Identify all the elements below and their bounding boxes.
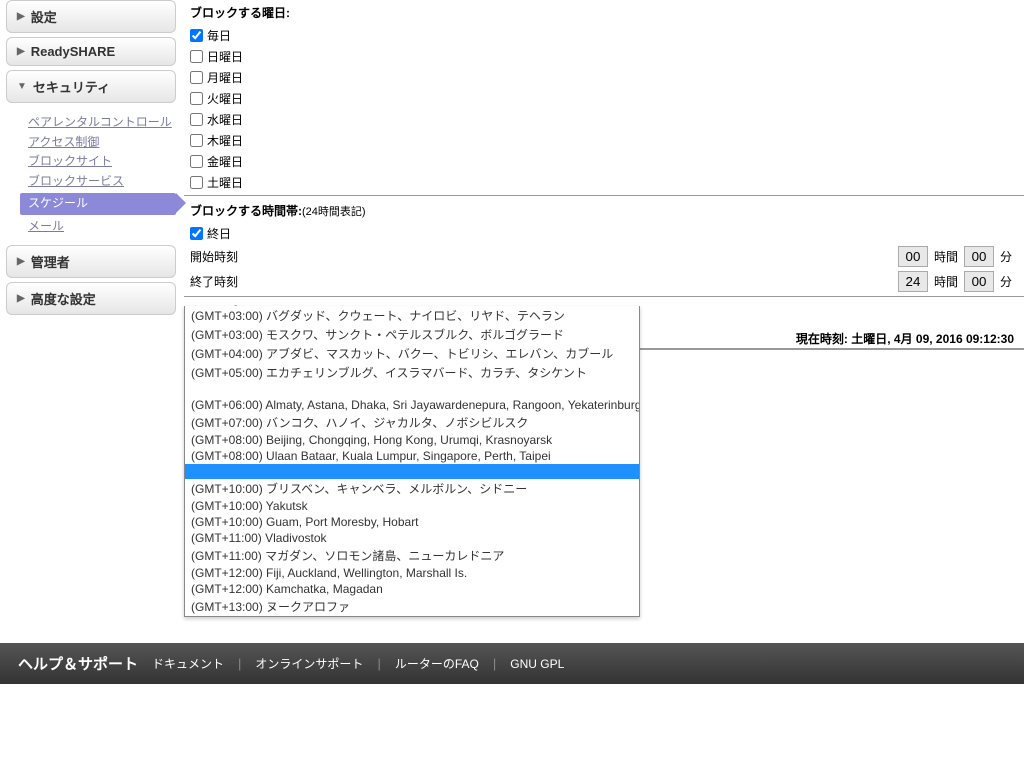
block-time-title: ブロックする時間帯:(24時間表記): [184, 198, 1024, 223]
checkbox-allday[interactable]: [190, 227, 203, 240]
timezone-option[interactable]: (GMT+07:00) バンコク、ハノイ、ジャカルタ、ノボシビルスク: [185, 413, 639, 432]
security-subitems: ペアレンタルコントロール アクセス制御 ブロックサイト ブロックサービス スケジ…: [6, 107, 176, 245]
sidebar-item-access[interactable]: アクセス制御: [28, 135, 176, 151]
footer-title: ヘルプ＆サポート: [18, 653, 138, 674]
min-unit: 分: [1000, 248, 1012, 265]
checkbox-everyday[interactable]: [190, 29, 203, 42]
sidebar-item-block-site[interactable]: ブロックサイト: [28, 154, 176, 170]
timezone-option[interactable]: (GMT+08:00) Ulaan Bataar, Kuala Lumpur, …: [185, 448, 639, 464]
timezone-option[interactable]: [185, 382, 639, 397]
timezone-option[interactable]: (GMT+12:00) Kamchatka, Magadan: [185, 581, 639, 597]
day-label: 木曜日: [207, 132, 243, 149]
timezone-option[interactable]: [185, 464, 639, 479]
timezone-option[interactable]: (GMT+12:00) Fiji, Auckland, Wellington, …: [185, 565, 639, 581]
end-min-input[interactable]: [964, 271, 994, 292]
footer-faq[interactable]: ルーターのFAQ: [395, 655, 479, 672]
main-content: ブロックする曜日: 毎日 日曜日 月曜日 火曜日 水曜日 木曜日 金曜日 土曜日…: [184, 0, 1024, 346]
day-label: 金曜日: [207, 153, 243, 170]
day-label: 水曜日: [207, 111, 243, 128]
chevron-right-icon: ▶: [17, 46, 25, 57]
nav-label: 管理者: [31, 252, 70, 271]
timezone-option[interactable]: (GMT+10:00) Yakutsk: [185, 498, 639, 514]
hour-unit: 時間: [934, 273, 958, 290]
day-label: 土曜日: [207, 174, 243, 191]
sidebar-item-block-service[interactable]: ブロックサービス: [28, 174, 176, 190]
nav-readyshare[interactable]: ▶ ReadySHARE: [6, 37, 176, 66]
day-label: 月曜日: [207, 69, 243, 86]
start-label: 開始時刻: [190, 248, 238, 265]
divider: [184, 296, 1024, 297]
checkbox-tue[interactable]: [190, 92, 203, 105]
hour-unit: 時間: [934, 248, 958, 265]
timezone-option[interactable]: (GMT+10:00) Guam, Port Moresby, Hobart: [185, 514, 639, 530]
checkbox-sun[interactable]: [190, 50, 203, 63]
chevron-right-icon: ▶: [17, 256, 25, 267]
end-hour-input[interactable]: [898, 271, 928, 292]
footer: ヘルプ＆サポート ドキュメント| オンラインサポート| ルーターのFAQ| GN…: [0, 643, 1024, 684]
nav-label: セキュリティ: [33, 77, 110, 96]
timezone-option[interactable]: (GMT+11:00) Vladivostok: [185, 530, 639, 546]
sidebar-item-parental[interactable]: ペアレンタルコントロール: [28, 115, 176, 131]
nav-label: ReadySHARE: [31, 44, 116, 59]
chevron-right-icon: ▶: [17, 293, 25, 304]
checkbox-wed[interactable]: [190, 113, 203, 126]
divider: [184, 195, 1024, 196]
end-label: 終了時刻: [190, 273, 238, 290]
chevron-down-icon: ▼: [17, 81, 27, 92]
timezone-option[interactable]: (GMT+10:00) ブリスベン、キャンベラ、メルボルン、シドニー: [185, 479, 639, 498]
nav-security[interactable]: ▼ セキュリティ: [6, 70, 176, 103]
timezone-dropdown: (GMT+03:00) バグダッド、クウェート、ナイロビ、リヤド、テヘラン(GM…: [184, 306, 640, 617]
checkbox-fri[interactable]: [190, 155, 203, 168]
timezone-option[interactable]: (GMT+06:00) Almaty, Astana, Dhaka, Sri J…: [185, 397, 639, 413]
day-label: 毎日: [207, 27, 231, 44]
nav-admin[interactable]: ▶ 管理者: [6, 245, 176, 278]
timezone-option[interactable]: (GMT+08:00) Beijing, Chongqing, Hong Kon…: [185, 432, 639, 448]
nav-advanced[interactable]: ▶ 高度な設定: [6, 282, 176, 315]
start-hour-input[interactable]: [898, 246, 928, 267]
nav-settings[interactable]: ▶ 設定: [6, 0, 176, 33]
start-time-row: 開始時刻 時間 分: [184, 244, 1024, 269]
sidebar-item-schedule[interactable]: スケジール: [20, 193, 176, 215]
start-min-input[interactable]: [964, 246, 994, 267]
timezone-option[interactable]: (GMT+04:00) アブダビ、マスカット、バクー、トビリシ、エレバン、カブー…: [185, 344, 639, 363]
min-unit: 分: [1000, 273, 1012, 290]
checkbox-mon[interactable]: [190, 71, 203, 84]
timezone-option[interactable]: (GMT+03:00) バグダッド、クウェート、ナイロビ、リヤド、テヘラン: [185, 306, 639, 325]
sidebar: ▶ 設定 ▶ ReadySHARE ▼ セキュリティ ペアレンタルコントロール アクセ…: [6, 0, 176, 319]
footer-docs[interactable]: ドキュメント: [152, 655, 224, 672]
day-label: 火曜日: [207, 90, 243, 107]
current-time: 現在時刻: 土曜日, 4月 09, 2016 09:12:30: [796, 330, 1014, 347]
nav-label: 設定: [31, 7, 57, 26]
end-time-row: 終了時刻 時間 分: [184, 269, 1024, 294]
nav-label: 高度な設定: [31, 289, 96, 308]
day-label: 日曜日: [207, 48, 243, 65]
timezone-option[interactable]: (GMT+11:00) マガダン、ソロモン諸島、ニューカレドニア: [185, 546, 639, 565]
timezone-option[interactable]: (GMT+05:00) エカチェリンブルグ、イスラマバード、カラチ、タシケント: [185, 363, 639, 382]
checkbox-thu[interactable]: [190, 134, 203, 147]
footer-gpl[interactable]: GNU GPL: [510, 657, 564, 671]
timezone-option[interactable]: (GMT+13:00) ヌークアロファ: [185, 597, 639, 616]
sidebar-item-mail[interactable]: メール: [28, 219, 176, 235]
allday-label: 終日: [207, 225, 231, 242]
block-days-title: ブロックする曜日:: [184, 0, 1024, 25]
chevron-right-icon: ▶: [17, 11, 25, 22]
footer-online[interactable]: オンラインサポート: [255, 655, 363, 672]
checkbox-sat[interactable]: [190, 176, 203, 189]
timezone-option[interactable]: (GMT+03:00) モスクワ、サンクト・ペテルスブルク、ボルゴグラード: [185, 325, 639, 344]
